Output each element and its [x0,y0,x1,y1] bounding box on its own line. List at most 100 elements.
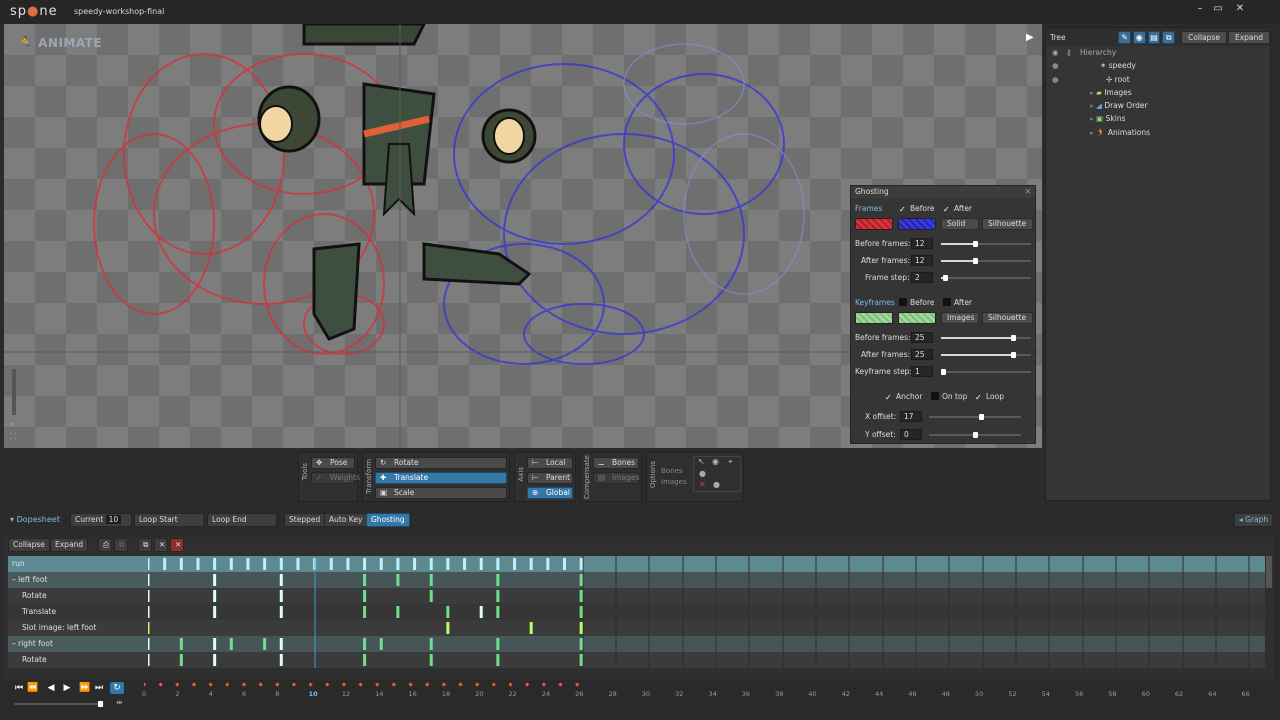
compensate-bones-button[interactable]: ⚊ Bones [593,457,639,469]
tree-item-root[interactable]: ● ✢ root [1046,73,1270,86]
axis-local-button[interactable]: ⊢ Local [527,457,573,469]
edit-icon[interactable]: ✎ [1118,30,1131,44]
zoom-icon[interactable]: ⌕ [10,420,15,430]
kf-style-dropdown[interactable]: Silhouette [982,312,1033,324]
keyframe-mark [579,574,583,586]
kf-after-checkbox[interactable]: After [943,298,972,307]
loop-checkbox[interactable]: ✓ Loop [975,392,1004,402]
row-label-left-foot[interactable]: – left foot [8,572,148,588]
tree-item-animations[interactable]: ▸ 🏃 Animations [1046,126,1270,139]
frames-after-checkbox[interactable]: ✓ After [943,204,972,214]
before-frames-input[interactable]: 12 [911,238,933,249]
fit-timeline-icon[interactable]: ⇹ [116,698,123,707]
minimize-icon[interactable]: – [1192,3,1208,17]
loop-start-field[interactable]: Loop Start [134,513,204,527]
keyframe-step-input[interactable]: 1 [911,366,933,377]
close-panel-icon[interactable]: ✕ [1025,186,1031,198]
zoom-slider[interactable] [12,369,16,415]
row-label-right-foot-rotate[interactable]: Rotate [8,652,148,668]
before-color-swatch[interactable] [855,218,893,230]
row-label-right-foot[interactable]: – right foot [8,636,148,652]
frames-style-dropdown[interactable]: Silhouette [982,218,1033,230]
paste-icon[interactable]: ⧉ [114,538,128,552]
keyframe-step-slider[interactable] [941,369,1031,375]
speed-slider[interactable] [14,701,104,707]
before-frames-slider[interactable] [941,241,1031,247]
frames-mode-dropdown[interactable]: Solid [941,218,979,230]
kf-mode-dropdown[interactable]: Images [941,312,979,324]
play-reverse-icon[interactable]: ◀ [44,682,58,694]
ghosting-toggle-button[interactable]: Ghosting [366,513,410,527]
loop-end-field[interactable]: Loop End [207,513,277,527]
row-label-left-foot-rotate[interactable]: Rotate [8,588,148,604]
tree-item-draw-order[interactable]: ▸ ◢ Draw Order [1046,99,1270,112]
after-frames-slider[interactable] [941,258,1031,264]
maximize-icon[interactable]: ▭ [1210,3,1226,17]
tree-expand-button[interactable]: Expand [1227,30,1271,44]
keyframe-mark [148,654,150,666]
fit-view-icon[interactable]: ⛶ [10,432,16,442]
kf-after-frames-input[interactable]: 25 [911,349,933,360]
auto-key-button[interactable]: Auto Key [324,513,368,527]
first-frame-icon[interactable]: ⏮ [12,682,26,694]
pose-tool-button[interactable]: ✥ Pose [311,457,355,469]
last-frame-icon[interactable]: ⏭ [92,682,106,694]
kf-before-color-swatch[interactable] [855,312,893,324]
row-label-left-foot-translate[interactable]: Translate [8,604,148,620]
scale-tool-button[interactable]: ▣ Scale [375,487,507,499]
axis-global-button[interactable]: ⊕ Global [527,487,573,499]
delete-key-icon[interactable]: ✕ [154,538,168,552]
kf-before-checkbox[interactable]: Before [899,298,935,307]
x-offset-input[interactable]: 17 [900,411,922,422]
timeline-ruler[interactable]: 0 2 4 6 8 10 12 14 16 18 20 22 24 26 28 30 32 34 36 38 40 42 4… [142,680,1264,700]
after-color-swatch[interactable] [898,218,936,230]
next-key-icon[interactable]: ⏩ [78,682,92,694]
kf-before-frames-slider[interactable] [941,335,1031,341]
compensate-images-button[interactable]: ▤ Images [593,472,639,484]
dopesheet-tab[interactable]: ▾ Dopesheet [10,515,60,524]
axis-parent-button[interactable]: ⊢ Parent [527,472,573,484]
ruler-label: 14 [375,690,384,698]
select-filter-icon[interactable]: ⧉ [1162,30,1176,44]
on-top-checkbox[interactable]: On top [931,392,967,401]
tree-item-images[interactable]: ▸ ▰ Images [1046,86,1270,99]
tree-item-skins[interactable]: ▸ ▣ Skins [1046,112,1270,125]
eye-icon[interactable]: ◉ [1052,46,1059,59]
translate-tool-button[interactable]: ✚ Translate [375,472,507,484]
rotate-tool-button[interactable]: ↻ Rotate [375,457,507,469]
row-label-run[interactable]: run [8,556,148,572]
x-offset-slider[interactable] [929,414,1021,420]
tree-item-speedy[interactable]: ● ✶ speedy [1046,59,1270,72]
after-frames-input[interactable]: 12 [911,255,933,266]
anchor-checkbox[interactable]: ✓ Anchor [885,392,922,402]
loop-icon[interactable]: ↻ [110,682,124,694]
current-frame-field[interactable]: Current 10 [70,513,132,527]
graph-tab[interactable]: ◂ Graph [1234,513,1274,527]
clear-icon[interactable]: ✕ [170,538,184,552]
options-grid[interactable]: ↖ ◉ ⌖ ● ✕ ● [693,456,741,492]
tree-collapse-button[interactable]: Collapse [1181,30,1227,44]
kf-before-frames-input[interactable]: 25 [911,332,933,343]
image-filter-icon[interactable]: ▤ [1147,30,1161,44]
frame-step-input[interactable]: 2 [911,272,933,283]
frame-step-slider[interactable] [941,275,1031,281]
dope-expand-button[interactable]: Expand [50,538,89,552]
frames-before-checkbox[interactable]: ✓ Before [899,204,935,214]
dopesheet-scrollbar[interactable] [1266,556,1272,588]
weights-tool-button[interactable]: ✓ Weights [311,472,360,484]
y-offset-input[interactable]: 0 [900,429,922,440]
close-icon[interactable]: ✕ [1232,3,1248,17]
kf-after-frames-slider[interactable] [941,352,1031,358]
y-offset-slider[interactable] [929,432,1021,438]
bone-filter-icon[interactable]: ◉ [1132,30,1146,44]
play-icon[interactable]: ▶ [1026,32,1034,43]
kf-after-color-swatch[interactable] [898,312,936,324]
row-label-slot-left-foot[interactable]: Slot image: left foot [8,620,148,636]
dope-collapse-button[interactable]: Collapse [8,538,50,552]
key-icon[interactable]: ⚷ [1066,46,1072,59]
print-icon[interactable]: ⎙ [98,538,112,552]
play-forward-icon[interactable]: ▶ [60,682,74,694]
copy-icon[interactable]: ⧉ [138,538,152,552]
stepped-button[interactable]: Stepped [284,513,326,527]
prev-key-icon[interactable]: ⏪ [26,682,40,694]
